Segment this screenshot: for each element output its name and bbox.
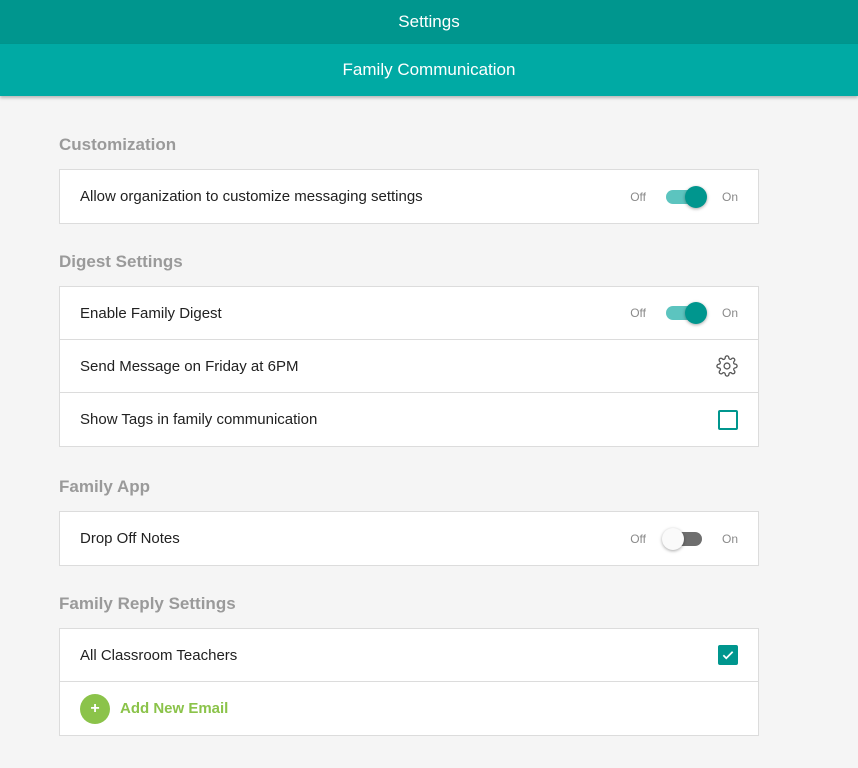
customization-card: Allow organization to customize messagin… [59,169,759,224]
customize-messaging-toggle[interactable] [662,185,707,209]
section-title-customization: Customization [59,135,177,154]
settings-header: Settings [0,0,858,44]
all-classroom-teachers-checkbox[interactable] [718,645,738,665]
row-send-message-schedule: Send Message on Friday at 6PM [60,340,758,393]
section-title-digest: Digest Settings [59,252,183,271]
row-label: Enable Family Digest [80,304,222,322]
toggle-on-label: On [721,531,738,546]
checkmark-icon [722,651,734,660]
gear-icon[interactable] [716,355,738,377]
add-new-email-button[interactable]: + Add New Email [60,682,758,735]
digest-card: Enable Family Digest Off On Send Message… [59,286,759,447]
family-app-card: Drop Off Notes Off On [59,511,759,566]
row-customize-messaging: Allow organization to customize messagin… [60,170,758,223]
row-all-classroom-teachers: All Classroom Teachers [60,629,758,682]
row-label: Send Message on Friday at 6PM [80,357,299,375]
toggle-off-label: Off [630,306,646,320]
row-label: All Classroom Teachers [80,646,238,664]
add-new-email-label: Add New Email [120,700,229,717]
section-title-family-reply: Family Reply Settings [59,594,236,613]
row-drop-off-notes: Drop Off Notes Off On [60,512,758,565]
toggle-on-label: On [721,189,738,204]
toggle-off-label: Off [630,531,646,546]
show-tags-checkbox[interactable] [718,409,738,430]
row-enable-family-digest: Enable Family Digest Off On [60,287,758,340]
family-reply-card: All Classroom Teachers + Add New Email [59,628,759,736]
subheader-title: Family Communication [342,60,516,79]
toggle-group: Off On [630,185,738,209]
row-label: Allow organization to customize messagin… [80,188,423,205]
row-label: Drop Off Notes [80,530,180,547]
toggle-off-label: Off [630,189,646,204]
family-digest-toggle[interactable] [662,301,707,325]
toggle-on-label: On [721,306,738,320]
plus-icon: + [80,693,110,724]
header-title: Settings [398,12,460,31]
toggle-group: Off On [630,527,738,551]
family-communication-header: Family Communication [0,44,858,96]
drop-off-notes-toggle[interactable] [661,527,706,551]
section-title-family-app: Family App [59,477,150,496]
row-show-tags: Show Tags in family communication [60,393,758,446]
row-label: Show Tags in family communication [80,411,318,428]
toggle-group: Off On [630,301,738,325]
